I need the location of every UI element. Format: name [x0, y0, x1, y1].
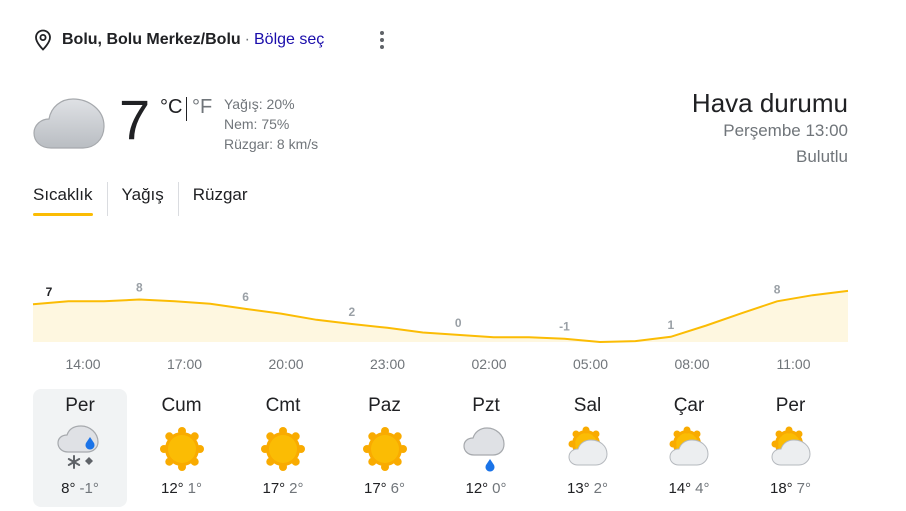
- unit-fahrenheit-toggle[interactable]: °F: [192, 96, 212, 119]
- temperature-data-label: 0: [455, 316, 462, 330]
- sun-icon: [261, 427, 305, 471]
- day-temperatures: 14° 4°: [642, 480, 736, 497]
- day-name: Per: [65, 395, 95, 416]
- snow-rain-icon: [57, 425, 99, 469]
- day-name: Per: [775, 395, 806, 416]
- datetime-text: Perşembe 13:00: [723, 121, 848, 140]
- unit-divider: [186, 97, 187, 121]
- day-forecast-item[interactable]: Cum 12° 1°: [135, 389, 229, 507]
- day-high-temp: 17°: [363, 480, 387, 497]
- temperature-data-label: 8: [774, 282, 781, 296]
- day-low-temp: -1°: [79, 480, 99, 497]
- day-low-temp: 4°: [695, 480, 710, 497]
- hour-tick-label: 20:00: [268, 356, 304, 372]
- day-name: Cum: [161, 395, 202, 416]
- chart-tabs: Sıcaklık Yağış Rüzgar: [33, 182, 262, 218]
- day-name: Cmt: [265, 395, 301, 416]
- hour-tick-label: 23:00: [369, 356, 406, 372]
- hour-tick-label: 02:00: [471, 356, 507, 372]
- day-low-temp: 7°: [796, 480, 812, 497]
- day-high-temp: 18°: [769, 480, 793, 497]
- location-bar: Bolu, Bolu Merkez/Bolu · Bölge seç: [34, 26, 324, 54]
- wind-text: Rüzgar: 8 km/s: [224, 136, 319, 152]
- day-temperatures: 12° 1°: [135, 480, 229, 497]
- hour-tick-label: 14:00: [65, 356, 101, 372]
- day-name: Pzt: [472, 395, 500, 416]
- temperature-data-label: 7: [46, 285, 53, 299]
- temperature-data-label: 1: [667, 318, 674, 332]
- weather-details: Yağış: 20% Nem: 75% Rüzgar: 8 km/s: [224, 94, 318, 154]
- current-temperature: 7: [119, 88, 151, 151]
- humidity-text: Nem: 75%: [224, 116, 290, 132]
- rain-icon: [463, 427, 505, 472]
- day-forecast-item[interactable]: Pzt 12° 0°: [439, 389, 533, 507]
- sun-icon: [159, 427, 204, 471]
- day-high-temp: 12°: [465, 480, 489, 497]
- tab-wind[interactable]: Rüzgar: [177, 182, 262, 216]
- day-high-temp: 13°: [566, 480, 590, 497]
- cloud-icon: [33, 98, 105, 149]
- day-low-temp: 6°: [390, 480, 406, 497]
- day-low-temp: 2°: [289, 480, 304, 497]
- precipitation-text: Yağış: 20%: [224, 96, 295, 112]
- day-high-temp: 17°: [262, 480, 286, 497]
- partly-cloudy-icon: [770, 426, 811, 466]
- tab-temperature[interactable]: Sıcaklık: [33, 182, 107, 216]
- day-forecast-item[interactable]: Cmt 17° 2°: [236, 389, 330, 507]
- day-forecast-item[interactable]: Per 18° 7°: [744, 389, 838, 507]
- daily-forecast: Per 8° -1° Cum 12° 1° Cmt 17° 2° Paz 17° 6° Pzt 12° 0°…: [33, 389, 848, 507]
- day-temperatures: 13° 2°: [541, 480, 635, 497]
- temperature-data-label: 2: [349, 305, 356, 319]
- day-high-temp: 8°: [61, 480, 76, 497]
- day-forecast-item[interactable]: Paz 17° 6°: [338, 389, 432, 507]
- day-forecast-item[interactable]: Sal 13° 2°: [541, 389, 635, 507]
- more-options-button[interactable]: [374, 29, 390, 51]
- unit-celsius-toggle[interactable]: °C: [160, 96, 182, 119]
- hour-tick-label: 08:00: [674, 356, 710, 372]
- hour-tick-label: 05:00: [572, 356, 609, 372]
- day-name: Sal: [573, 395, 602, 416]
- day-temperatures: 18° 7°: [744, 480, 838, 497]
- day-low-temp: 1°: [187, 480, 203, 497]
- sun-icon: [362, 427, 407, 471]
- day-temperatures: 8° -1°: [33, 480, 127, 497]
- day-name: Paz: [368, 395, 401, 416]
- select-region-link[interactable]: Bölge seç: [254, 31, 324, 49]
- hour-tick-label: 17:00: [166, 356, 203, 372]
- location-pin-icon: [35, 29, 51, 51]
- day-forecast-item[interactable]: Çar 14° 4°: [642, 389, 736, 507]
- day-name: Çar: [673, 395, 705, 416]
- temperature-data-label: 8: [136, 281, 143, 295]
- day-temperatures: 17° 2°: [236, 480, 330, 497]
- day-temperatures: 17° 6°: [338, 480, 432, 497]
- temperature-data-label: -1: [559, 320, 570, 334]
- day-low-temp: 2°: [593, 480, 609, 497]
- condition-text: Bulutlu: [796, 147, 848, 166]
- day-high-temp: 12°: [160, 480, 184, 497]
- more-vert-icon: [380, 31, 384, 35]
- day-temperatures: 12° 0°: [439, 480, 533, 497]
- partly-cloudy-icon: [669, 426, 709, 466]
- temperature-chart: 7 8 6 2 0 -1 1 8: [32, 281, 849, 344]
- day-forecast-item[interactable]: Per 8° -1°: [33, 389, 127, 507]
- hour-axis: 14:00 17:00 20:00 23:00 02:00 05:00 08:00 11:00: [33, 356, 848, 376]
- weather-title: Hava durumu: [691, 88, 848, 118]
- location-name: Bolu, Bolu Merkez/Bolu: [62, 31, 241, 48]
- day-low-temp: 0°: [492, 480, 507, 497]
- location-separator: ·: [244, 31, 250, 48]
- day-high-temp: 14°: [668, 480, 692, 497]
- partly-cloudy-icon: [567, 426, 608, 466]
- temperature-data-label: 6: [242, 290, 249, 304]
- hour-tick-label: 11:00: [776, 356, 811, 372]
- tab-precipitation[interactable]: Yağış: [106, 182, 178, 216]
- summary-panel: Hava durumu Perşembe 13:00 Bulutlu: [692, 88, 848, 170]
